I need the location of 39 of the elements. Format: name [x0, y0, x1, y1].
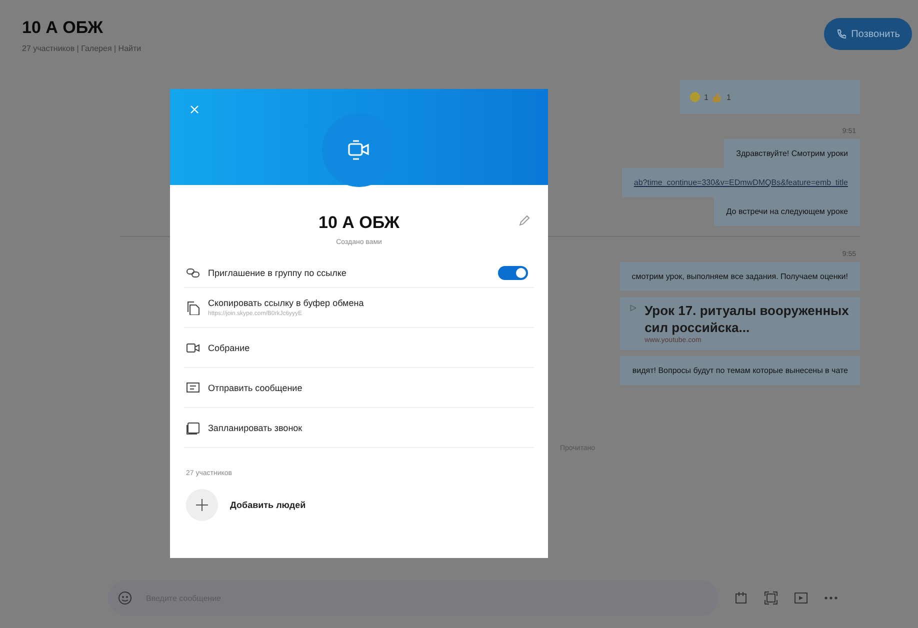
chat-subtitle: 27 участников | Галерея | Найти — [22, 44, 142, 53]
reaction-count: 1 — [726, 92, 731, 102]
play-icon — [630, 303, 637, 313]
thumbs-up-icon — [712, 92, 722, 102]
menu-item-label: Запланировать звонок — [208, 422, 302, 432]
menu-item-label: Скопировать ссылку в буфер обмена — [208, 298, 364, 308]
video-camera-icon — [347, 138, 371, 162]
message-bubble: смотрим урок, выполняем все задания. Получаем оценки! — [620, 262, 860, 291]
message-bubble: видят! Вопросы будут по темам которые вынесены в чате — [620, 356, 860, 385]
video-camera-icon — [186, 340, 200, 354]
close-icon[interactable] — [190, 105, 199, 114]
scan-icon[interactable] — [764, 591, 778, 605]
menu-item-label: Отправить сообщение — [208, 382, 302, 392]
menu-item[interactable]: Приглашение в группу по ссылке — [184, 258, 534, 288]
reaction-count: 1 — [704, 92, 708, 102]
copy-icon — [186, 300, 200, 314]
menu-item-label: Приглашение в группу по ссылке — [208, 268, 346, 278]
message-bubble: До встречи на следующем уроке — [714, 197, 860, 226]
phone-icon — [836, 29, 846, 39]
plus-icon — [196, 499, 208, 511]
add-people-label[interactable]: Добавить людей — [230, 500, 306, 510]
link-icon — [186, 266, 200, 280]
toggle-switch[interactable] — [498, 266, 528, 280]
menu-item[interactable]: Запланировать звонок — [184, 408, 534, 448]
media-icon[interactable] — [794, 591, 808, 605]
add-people-button[interactable] — [186, 489, 218, 521]
call-button[interactable]: Позвонить — [824, 18, 912, 50]
more-icon[interactable] — [824, 596, 838, 600]
chat-title: 10 А ОБЖ — [22, 18, 104, 38]
message-bubble: Здравствуйте! Смотрим уроки — [724, 139, 860, 168]
preview-title: Урок 17. ритуалы вооруженных сил российска... — [644, 303, 850, 336]
pencil-icon[interactable] — [518, 215, 530, 227]
message-icon — [186, 380, 200, 394]
menu-item[interactable]: Отправить сообщение — [184, 368, 534, 408]
menu-item-label: Собрание — [208, 342, 250, 352]
menu-item[interactable]: Собрание — [184, 328, 534, 368]
emoji-icon[interactable] — [118, 591, 132, 605]
message-link[interactable]: ab?time_continue=330&v=EDmwDMQBs&feature=emb_title — [634, 178, 848, 187]
dialog-title: 10 А ОБЖ — [318, 213, 400, 233]
